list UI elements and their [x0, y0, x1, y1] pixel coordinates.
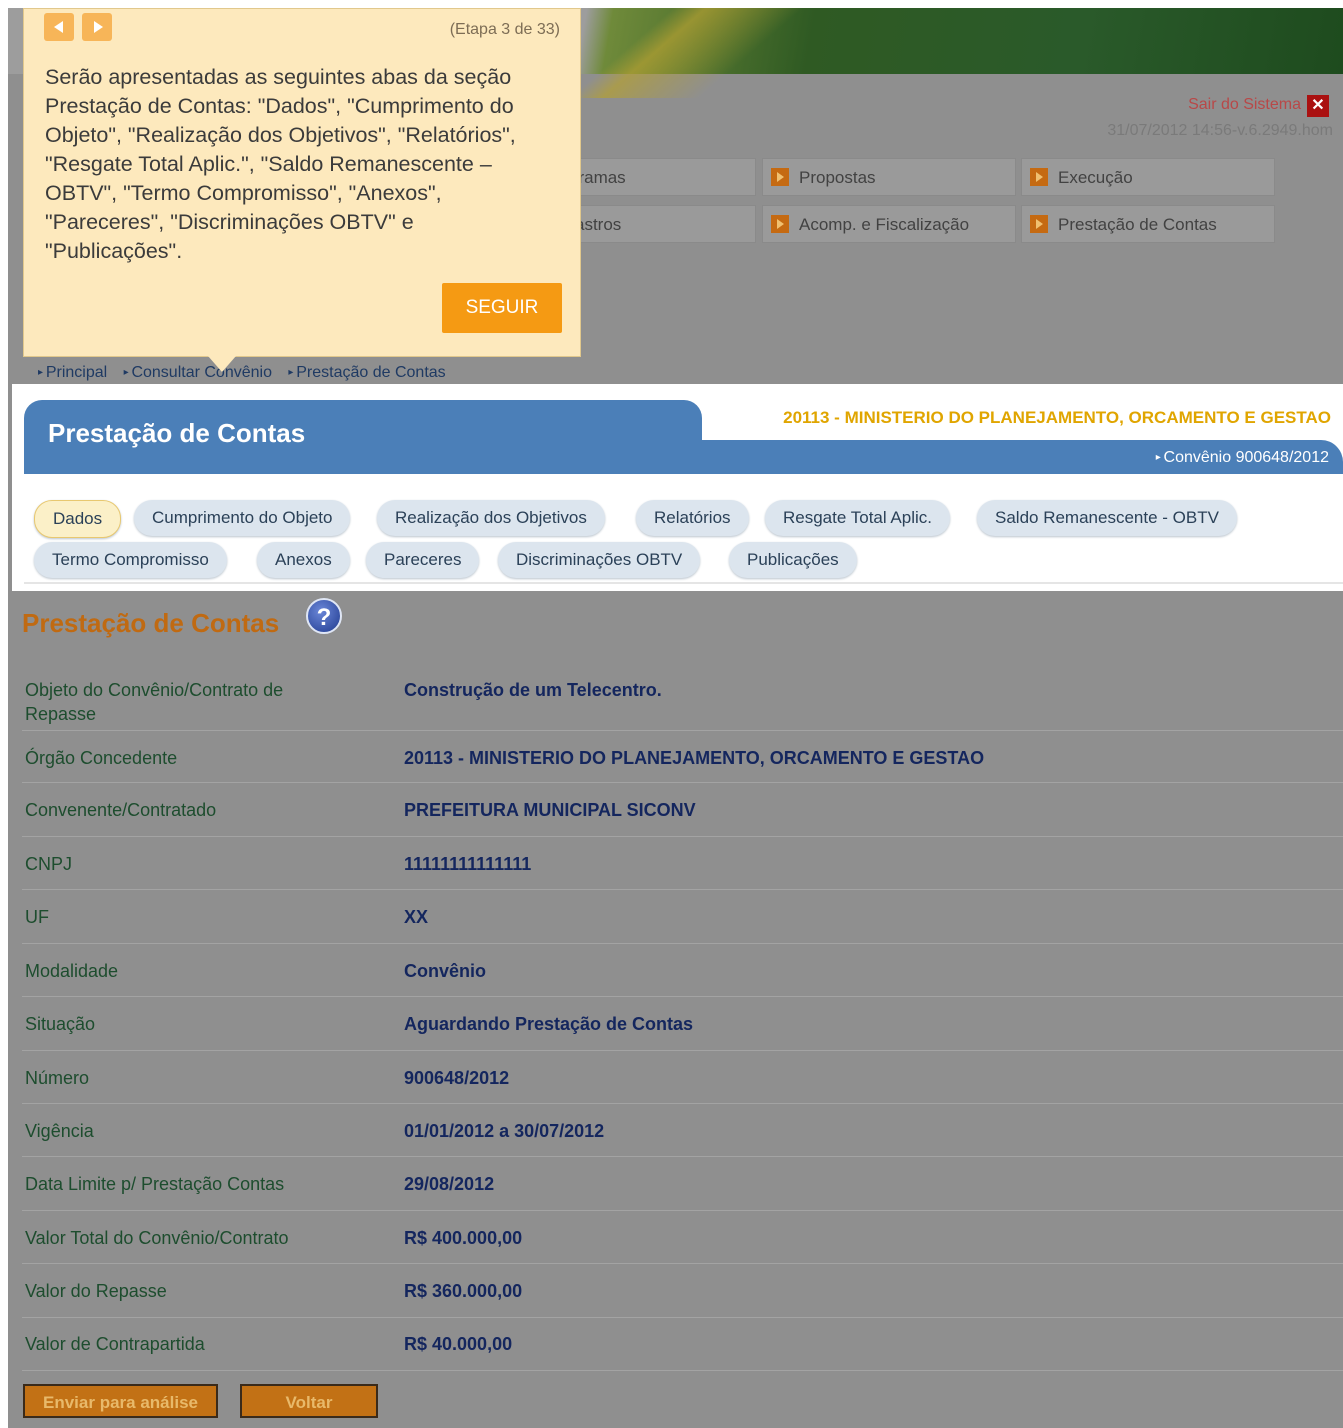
field-row: UF XX — [22, 890, 1343, 944]
field-value: R$ 400.000,00 — [404, 1228, 523, 1248]
page: Sair do Sistema ✕ 31/07/2012 14:56-v.6.2… — [8, 8, 1343, 1428]
field-row: Número 900648/2012 — [22, 1051, 1343, 1104]
field-value: R$ 40.000,00 — [404, 1334, 513, 1354]
tab-relatorios[interactable]: Relatórios — [636, 500, 749, 536]
field-row: Vigência 01/01/2012 a 30/07/2012 — [22, 1104, 1343, 1157]
send-for-analysis-button[interactable]: Enviar para análise — [23, 1384, 218, 1418]
convenio-link[interactable]: Convênio 900648/2012 — [1156, 449, 1329, 467]
field-label: Valor de Contrapartida — [25, 1334, 205, 1354]
previous-step-icon[interactable] — [44, 13, 74, 41]
field-value: 900648/2012 — [404, 1068, 510, 1088]
field-value: 11111111111111 — [404, 854, 532, 874]
menu-prestacao-contas[interactable]: Prestação de Contas — [1021, 205, 1275, 243]
field-row: Convenente/Contratado PREFEITURA MUNICIP… — [22, 783, 1343, 837]
step-counter: (Etapa 3 de 33) — [449, 21, 560, 38]
breadcrumb-prestacao-contas[interactable]: Prestação de Contas — [288, 364, 445, 381]
back-button[interactable]: Voltar — [240, 1384, 378, 1418]
field-label: Órgão Concedente — [25, 748, 178, 768]
panel-title: Prestação de Contas — [48, 418, 306, 448]
arrow-right-icon — [1030, 168, 1048, 186]
field-value: 01/01/2012 a 30/07/2012 — [404, 1121, 605, 1141]
field-value: R$ 360.000,00 — [404, 1281, 523, 1301]
org-name: 20113 - MINISTERIO DO PLANEJAMENTO, ORCA… — [783, 408, 1331, 427]
tab-discriminacoes-obtv[interactable]: Discriminações OBTV — [498, 542, 701, 578]
field-row: Situação Aguardando Prestação de Contas — [22, 997, 1343, 1051]
tab-termo-compromisso[interactable]: Termo Compromisso — [34, 542, 227, 578]
version-timestamp: 31/07/2012 14:56-v.6.2949.hom — [1107, 122, 1333, 139]
field-label: Modalidade — [25, 961, 119, 981]
field-value: 29/08/2012 — [404, 1174, 495, 1194]
field-label: Valor do Repasse — [25, 1281, 167, 1301]
tour-tooltip: (Etapa 3 de 33) Serão apresentadas as se… — [23, 8, 581, 357]
breadcrumb: Principal Consultar Convênio Prestação d… — [38, 364, 458, 382]
logout-link[interactable]: Sair do Sistema — [1188, 96, 1301, 114]
field-label: Valor Total do Convênio/Contrato — [25, 1228, 289, 1248]
field-value: Construção de um Telecentro. — [404, 680, 662, 700]
field-value: Convênio — [404, 961, 487, 981]
field-row: Valor de Contrapartida R$ 40.000,00 — [22, 1318, 1343, 1371]
next-step-icon[interactable] — [82, 13, 112, 41]
field-row: CNPJ 11111111111111 — [22, 837, 1343, 890]
field-row: Objeto do Convênio/Contrato de Repasse C… — [22, 670, 1343, 731]
tooltip-pointer — [208, 356, 236, 372]
field-value: PREFEITURA MUNICIPAL SICONV — [404, 800, 696, 820]
field-row: Data Limite p/ Prestação Contas 29/08/20… — [22, 1157, 1343, 1211]
field-label: UF — [25, 907, 49, 927]
field-label: CNPJ — [25, 854, 73, 874]
field-value: Aguardando Prestação de Contas — [404, 1014, 694, 1034]
breadcrumb-consultar-convenio[interactable]: Consultar Convênio — [124, 364, 272, 381]
field-row: Modalidade Convênio — [22, 944, 1343, 997]
tab-resgate-total[interactable]: Resgate Total Aplic. — [765, 500, 950, 536]
field-label: Número — [25, 1068, 90, 1088]
divider — [24, 582, 1343, 584]
tab-dados[interactable]: Dados — [34, 500, 122, 538]
tab-anexos[interactable]: Anexos — [257, 542, 350, 578]
next-button[interactable]: SEGUIR — [442, 283, 562, 333]
field-row: Valor do Repasse R$ 360.000,00 — [22, 1264, 1343, 1318]
tooltip-text: Serão apresentadas as seguintes abas da … — [45, 65, 516, 263]
arrow-right-icon — [1030, 215, 1048, 233]
field-value: 20113 - MINISTERIO DO PLANEJAMENTO, ORCA… — [404, 748, 985, 768]
field-value: XX — [404, 907, 429, 927]
field-label: Situação — [25, 1014, 96, 1034]
field-row: Valor Total do Convênio/Contrato R$ 400.… — [22, 1211, 1343, 1264]
tab-pareceres[interactable]: Pareceres — [366, 542, 480, 578]
field-label: Vigência — [25, 1121, 94, 1141]
panel-title-tab: Prestação de Contas — [24, 400, 702, 470]
tab-realizacao-objetivos[interactable]: Realização dos Objetivos — [377, 500, 605, 536]
field-label: Objeto do Convênio/Contrato de Repasse — [25, 680, 284, 724]
help-icon[interactable]: ? — [306, 598, 342, 634]
field-label: Data Limite p/ Prestação Contas — [25, 1174, 285, 1194]
arrow-right-icon — [771, 215, 789, 233]
menu-execucao[interactable]: Execução — [1021, 158, 1275, 196]
field-row: Órgão Concedente 20113 - MINISTERIO DO P… — [22, 731, 1343, 783]
section-title: Prestação de Contas — [22, 608, 280, 638]
field-label: Convenente/Contratado — [25, 800, 217, 820]
tab-publicacoes[interactable]: Publicações — [729, 542, 857, 578]
menu-propostas[interactable]: Propostas — [762, 158, 1016, 196]
tab-saldo-remanescente[interactable]: Saldo Remanescente - OBTV — [977, 500, 1237, 536]
menu-acompanhamento[interactable]: Acomp. e Fiscalização — [762, 205, 1016, 243]
breadcrumb-principal[interactable]: Principal — [38, 364, 107, 381]
arrow-right-icon — [771, 168, 789, 186]
close-x-icon[interactable]: ✕ — [1307, 95, 1329, 117]
tab-cumprimento-objeto[interactable]: Cumprimento do Objeto — [134, 500, 351, 536]
